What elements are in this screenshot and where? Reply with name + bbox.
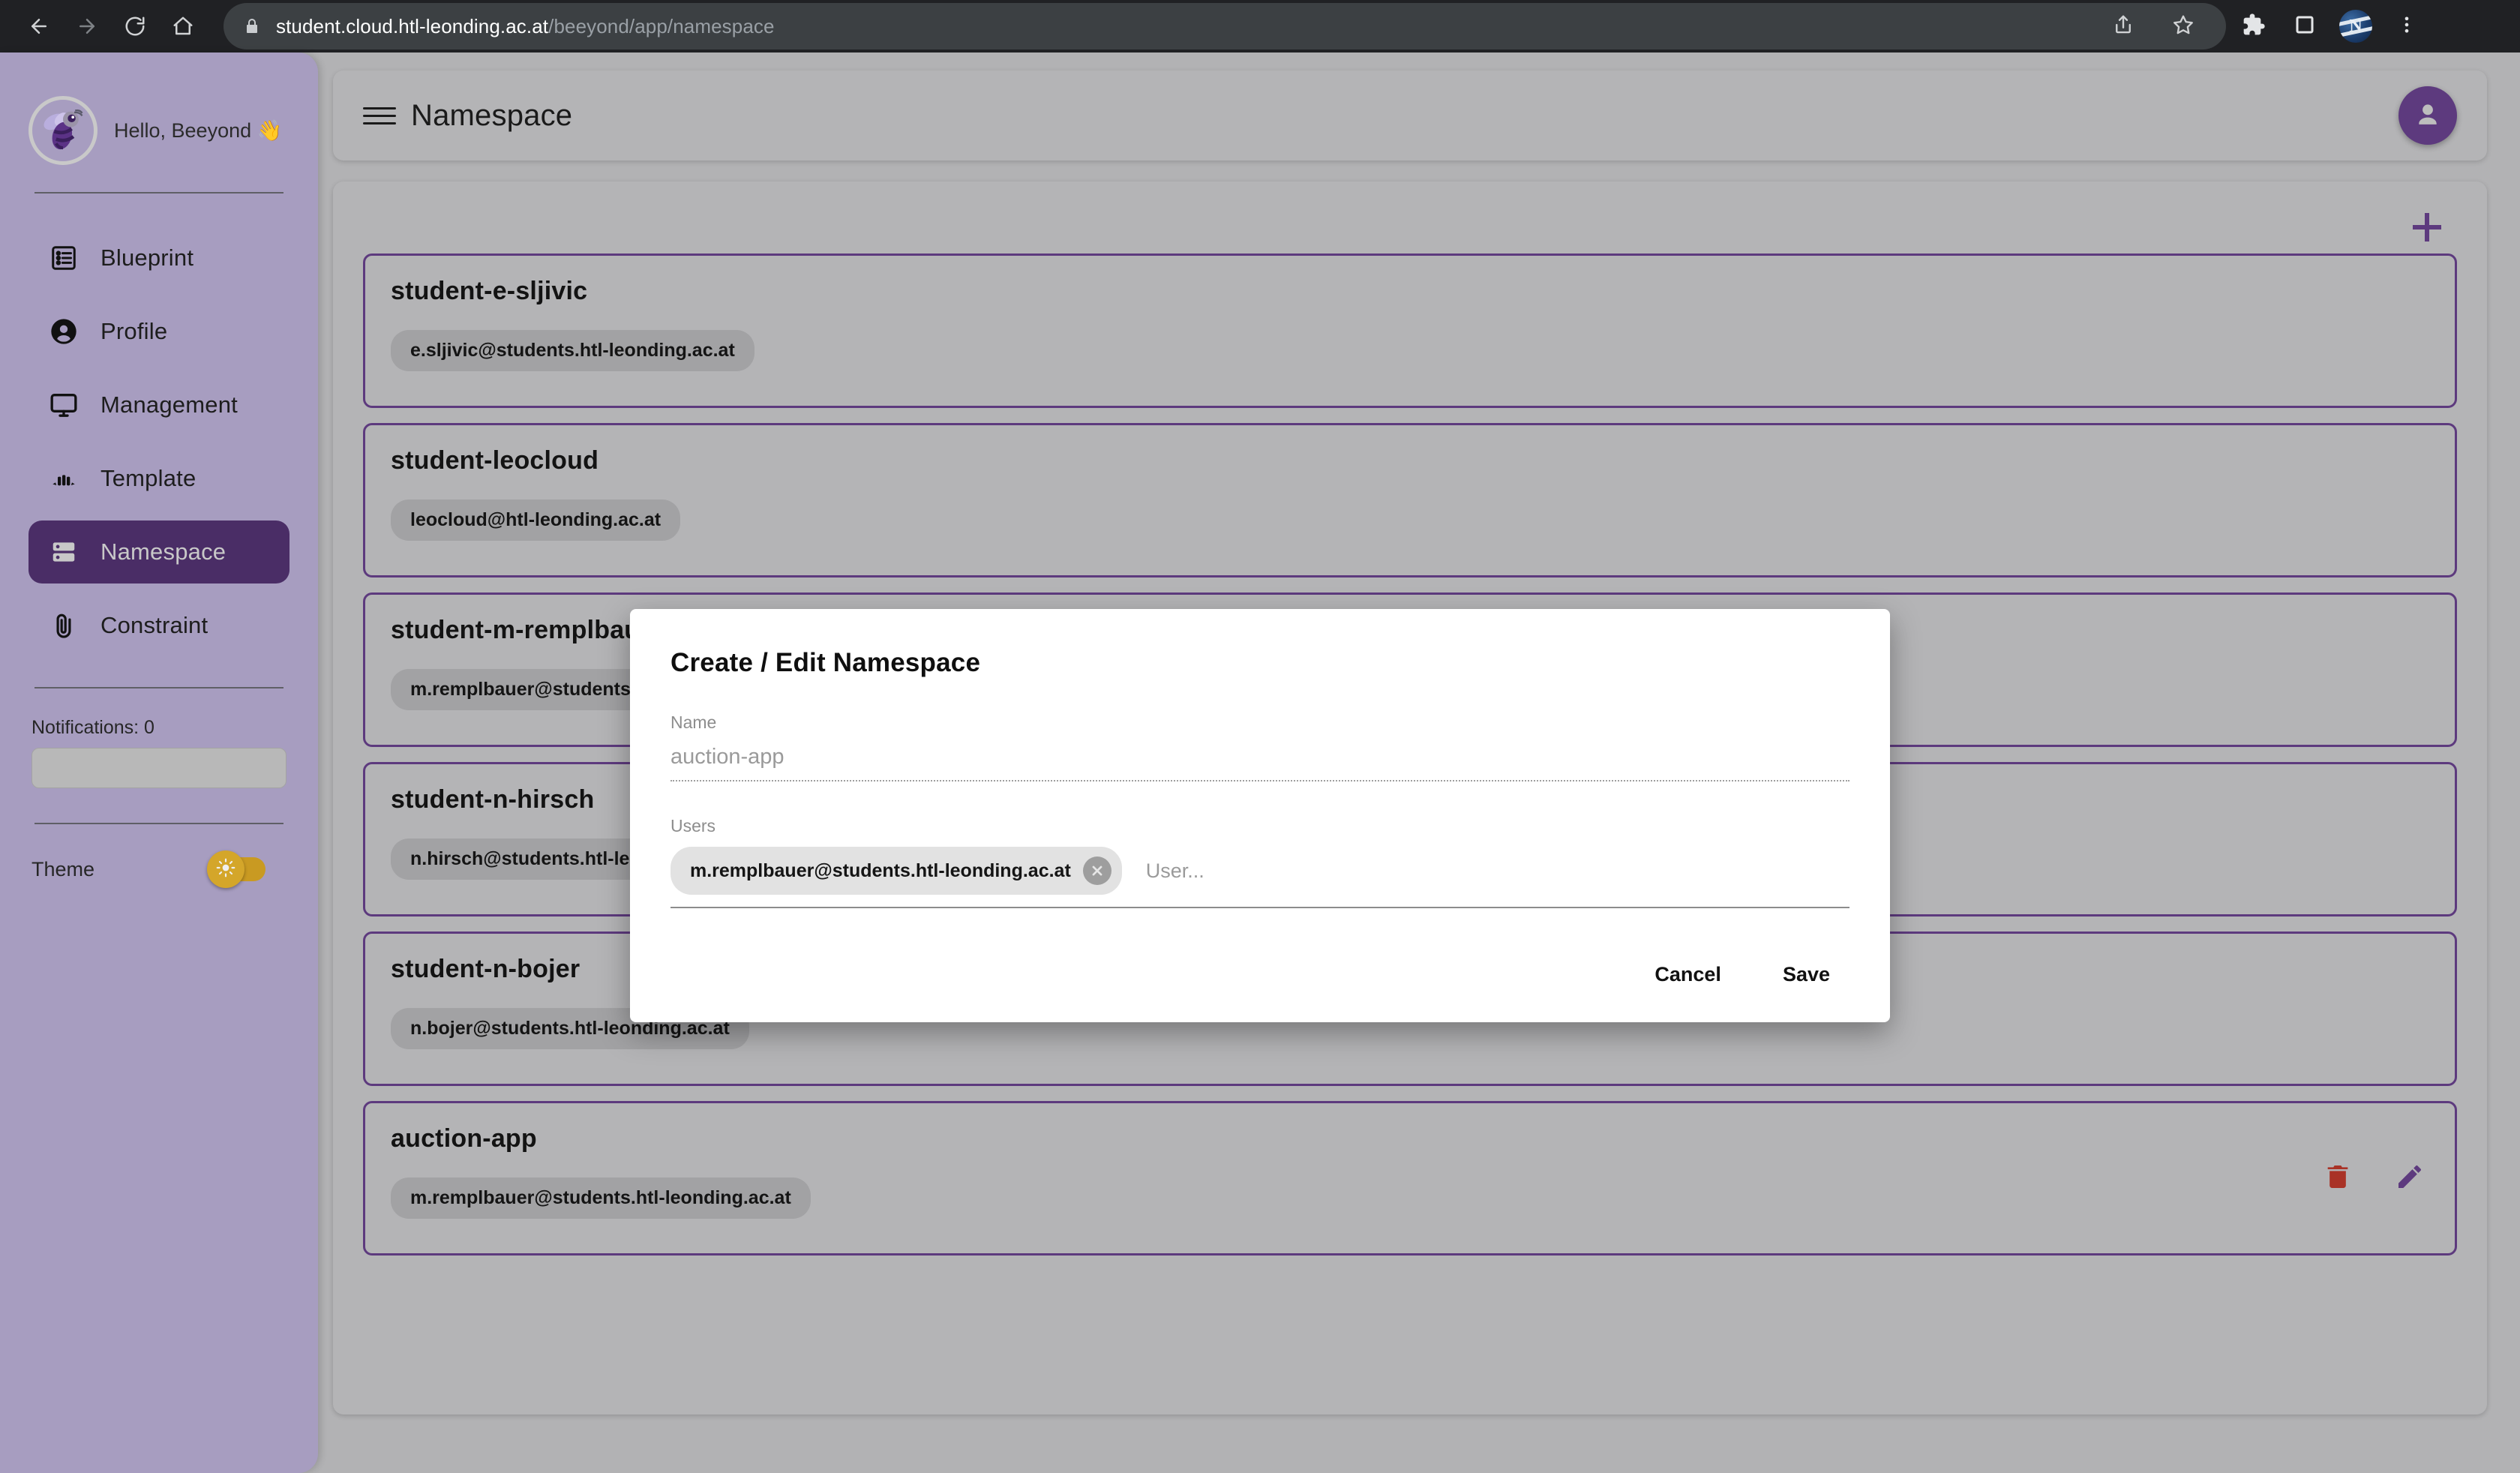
dialog-actions: Cancel Save xyxy=(1635,950,1850,1000)
browser-toolbar-right: N xyxy=(2230,3,2430,50)
browser-nav-buttons xyxy=(0,2,207,50)
star-icon xyxy=(2172,14,2194,40)
share-icon xyxy=(2112,14,2134,40)
bookmark-button[interactable] xyxy=(2160,3,2206,50)
url-domain: student.cloud.htl-leonding.ac.at xyxy=(276,14,549,38)
puzzle-piece-icon xyxy=(2242,13,2266,40)
omnibox-actions xyxy=(2100,3,2206,50)
lock-icon xyxy=(243,17,261,35)
users-field-label: Users xyxy=(670,816,716,836)
close-circle-icon[interactable] xyxy=(1082,856,1112,885)
side-panel-button[interactable] xyxy=(2282,3,2328,50)
browser-profile-avatar: N xyxy=(2339,10,2372,43)
extensions-button[interactable] xyxy=(2230,3,2277,50)
share-button[interactable] xyxy=(2100,3,2146,50)
forward-arrow-icon xyxy=(76,15,98,38)
side-panel-icon xyxy=(2294,14,2316,40)
page-body: Hello, Beeyond 👋 Blueprint Profile Manag… xyxy=(0,52,2520,1473)
users-input-row[interactable]: m.remplbauer@students.htl-leonding.ac.at… xyxy=(670,847,1850,908)
user-chip-label: m.remplbauer@students.htl-leonding.ac.at xyxy=(690,860,1071,881)
forward-button[interactable] xyxy=(63,2,111,50)
name-field-label: Name xyxy=(670,712,717,732)
back-button[interactable] xyxy=(15,2,63,50)
user-input[interactable]: User... xyxy=(1146,860,1204,883)
three-dot-menu-icon xyxy=(2396,14,2417,39)
back-arrow-icon xyxy=(28,15,50,38)
reload-icon xyxy=(124,15,146,38)
browser-profile-button[interactable]: N xyxy=(2332,3,2379,50)
user-chip[interactable]: m.remplbauer@students.htl-leonding.ac.at xyxy=(670,847,1122,895)
url-path: /beeyond/app/namespace xyxy=(548,14,775,38)
address-bar[interactable]: student.cloud.htl-leonding.ac.at/beeyond… xyxy=(224,3,2226,50)
url-text: student.cloud.htl-leonding.ac.at/beeyond… xyxy=(276,15,775,38)
cancel-button[interactable]: Cancel xyxy=(1635,950,1741,1000)
home-icon xyxy=(172,15,194,38)
home-button[interactable] xyxy=(159,2,207,50)
dialog-title: Create / Edit Namespace xyxy=(670,648,981,677)
save-button[interactable]: Save xyxy=(1763,950,1850,1000)
reload-button[interactable] xyxy=(111,2,159,50)
profile-initial: N xyxy=(2349,16,2362,36)
browser-menu-button[interactable] xyxy=(2384,3,2430,50)
browser-chrome: student.cloud.htl-leonding.ac.at/beeyond… xyxy=(0,0,2520,52)
create-edit-namespace-dialog: Create / Edit Namespace Name auction-app… xyxy=(630,609,1890,1022)
name-input[interactable]: auction-app xyxy=(670,745,1850,782)
